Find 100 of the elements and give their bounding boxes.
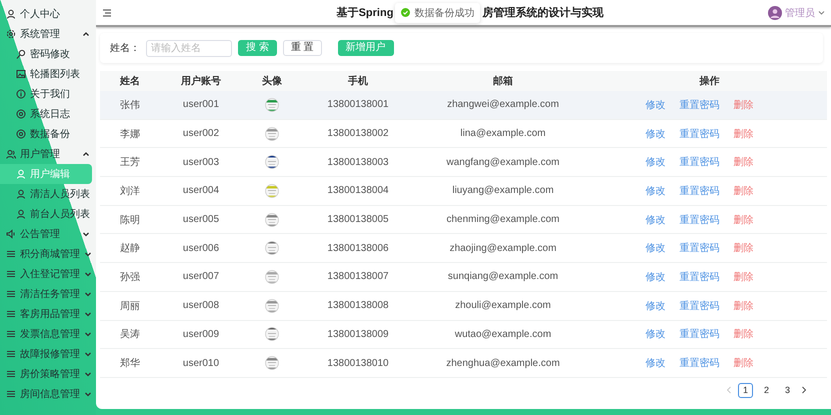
account-cell: user001 [160,91,242,120]
reset-password-link[interactable]: 重置密码 [680,241,720,256]
delete-link[interactable]: 删除 [734,270,754,284]
delete-link[interactable]: 删除 [734,155,754,170]
caret-down-icon [84,250,92,258]
column-header: 姓名 [100,71,160,91]
sidebar-item[interactable]: 客房用品管理 [0,304,96,324]
caret-up-icon [82,30,90,38]
name-input[interactable]: 请输入姓名 [146,40,232,56]
account-cell: user010 [160,349,242,378]
sidebar-item[interactable]: 房间信息管理 [0,384,96,404]
edit-link[interactable]: 修改 [646,126,666,141]
gear-icon [6,29,16,39]
phone-cell: 13800138003 [302,148,414,178]
phone-cell: 13800138002 [302,120,414,148]
column-header: 邮箱 [414,71,592,91]
edit-link[interactable]: 修改 [646,356,666,370]
sidebar-item[interactable]: 入住登记管理 [0,264,96,284]
list-icon [6,289,16,299]
avatar-icon [768,6,782,20]
sidebar-item[interactable]: 密码修改 [0,44,96,64]
reset-password-link[interactable]: 重置密码 [680,327,720,342]
list-icon [6,329,16,339]
circle-icon [16,129,26,139]
info-icon [16,89,26,99]
sidebar-item[interactable]: 公告管理 [0,224,96,244]
person-icon [6,9,16,19]
edit-link[interactable]: 修改 [646,241,666,256]
delete-link[interactable]: 删除 [734,298,754,313]
sidebar-item[interactable]: 房价策略管理 [0,364,96,384]
chevron-left-icon [726,386,732,394]
search-button[interactable]: 搜 索 [238,40,277,56]
sidebar-item[interactable]: 轮播图列表 [0,64,96,84]
name-cell: 赵静 [100,234,160,264]
list-icon [6,369,16,379]
sidebar-item[interactable]: 积分商城管理 [0,244,96,264]
account-cell: user009 [160,320,242,350]
delete-link[interactable]: 删除 [734,98,754,112]
success-icon [401,8,410,17]
name-cell: 吴涛 [100,320,160,350]
sidebar-item[interactable]: 清洁任务管理 [0,284,96,304]
reset-password-link[interactable]: 重置密码 [680,298,720,313]
list-icon [6,389,16,399]
account-cell: user005 [160,206,242,234]
phone-cell: 13800138007 [302,263,414,292]
delete-link[interactable]: 删除 [734,126,754,141]
caret-down-icon [84,390,92,398]
account-cell: user004 [160,177,242,206]
sidebar-item[interactable]: 故障报修管理 [0,344,96,364]
person-icon [16,169,26,179]
caret-down-icon [82,230,90,238]
caret-down-icon [84,290,92,298]
email-cell: liuyang@example.com [414,177,592,206]
email-cell: sunqiang@example.com [414,263,592,292]
name-cell: 周丽 [100,292,160,320]
delete-link[interactable]: 删除 [734,356,754,370]
chevron-right-icon [801,386,807,394]
list-icon [6,269,16,279]
speaker-icon [6,229,16,239]
add-user-button[interactable]: 新增用户 [338,40,394,56]
phone-cell: 13800138001 [302,91,414,120]
caret-up-icon [82,150,90,158]
account-cell: user008 [160,292,242,320]
sidebar-item[interactable]: 系统日志 [0,104,96,124]
field-label: 姓名： [110,42,140,55]
phone-cell: 13800138008 [302,292,414,320]
sidebar-item[interactable]: 个人中心 [0,4,96,24]
page-button[interactable]: 1 [738,382,753,398]
sidebar-item[interactable]: 用户编辑 [0,164,92,184]
phone-cell: 13800138006 [302,234,414,264]
delete-link[interactable]: 删除 [734,184,754,198]
delete-link[interactable]: 删除 [734,327,754,342]
people-icon [6,149,16,159]
reset-password-link[interactable]: 重置密码 [680,184,720,198]
edit-link[interactable]: 修改 [646,298,666,313]
reset-password-link[interactable]: 重置密码 [680,98,720,112]
edit-link[interactable]: 修改 [646,184,666,198]
delete-link[interactable]: 删除 [734,212,754,227]
edit-link[interactable]: 修改 [646,270,666,284]
edit-link[interactable]: 修改 [646,212,666,227]
name-cell: 孙强 [100,263,160,292]
reset-password-link[interactable]: 重置密码 [680,126,720,141]
edit-link[interactable]: 修改 [646,327,666,342]
reset-password-link[interactable]: 重置密码 [680,270,720,284]
delete-link[interactable]: 删除 [734,241,754,256]
reset-password-link[interactable]: 重置密码 [680,356,720,370]
reset-password-link[interactable]: 重置密码 [680,155,720,170]
sidebar-item[interactable]: 系统管理 [0,24,96,44]
person-icon [16,209,26,219]
edit-link[interactable]: 修改 [646,155,666,170]
account-cell: user006 [160,234,242,264]
user-name[interactable]: 管理员 [785,6,815,20]
edit-link[interactable]: 修改 [646,98,666,112]
account-cell: user003 [160,148,242,178]
reset-button[interactable]: 重 置 [282,40,322,56]
list-icon [6,309,16,319]
email-cell: zhaojing@example.com [414,234,592,264]
reset-password-link[interactable]: 重置密码 [680,212,720,227]
menu-icon [102,8,112,18]
sidebar-item[interactable]: 发票信息管理 [0,324,96,344]
